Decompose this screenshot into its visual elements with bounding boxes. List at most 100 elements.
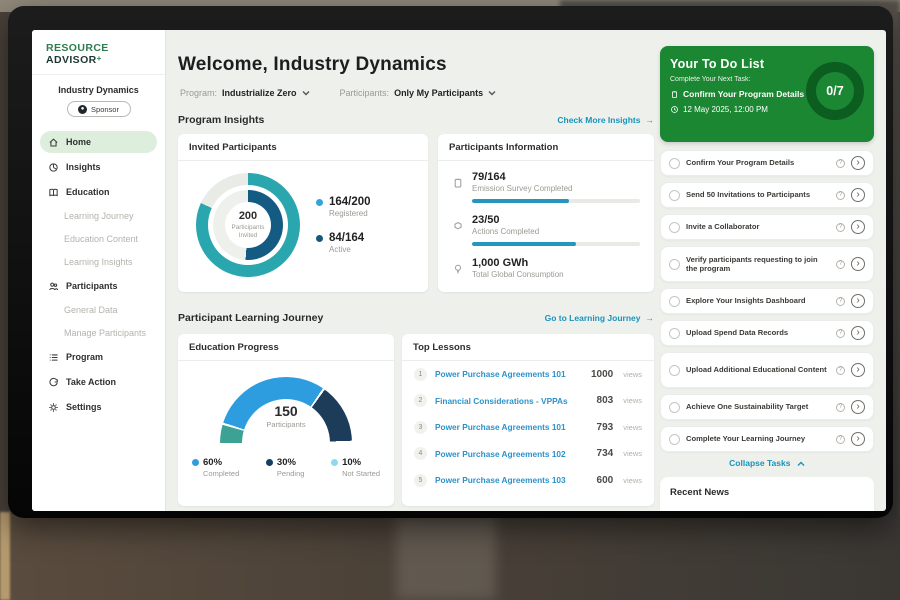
actions-icon: [452, 220, 464, 232]
help-icon[interactable]: ?: [836, 223, 845, 232]
task-checkbox[interactable]: [669, 328, 680, 339]
help-icon[interactable]: ?: [836, 159, 845, 168]
todo-progress-value: 0/7: [826, 84, 843, 98]
task-checkbox[interactable]: [669, 434, 680, 445]
help-icon[interactable]: ?: [836, 260, 845, 269]
go-to-learning-journey-link[interactable]: Go to Learning Journey →: [545, 313, 654, 323]
chevron-right-icon[interactable]: ›: [851, 220, 865, 234]
gauge-center-label: Participants: [220, 420, 352, 429]
task-row[interactable]: Confirm Your Program Details ? ›: [660, 150, 874, 176]
sidebar-item-learning-insights[interactable]: Learning Insights: [40, 252, 157, 272]
card-title: Top Lessons: [402, 334, 654, 361]
chevron-right-icon[interactable]: ›: [851, 326, 865, 340]
sidebar-nav: Home Insights Education Learning Journey…: [32, 127, 165, 425]
sidebar-item-general-data[interactable]: General Data: [40, 300, 157, 320]
monitor-stand: [396, 516, 496, 600]
sidebar-item-education[interactable]: Education: [40, 181, 157, 203]
stat-label: Total Global Consumption: [472, 270, 640, 279]
chevron-right-icon[interactable]: ›: [851, 432, 865, 446]
lesson-link[interactable]: Power Purchase Agreements 101: [435, 369, 583, 379]
help-icon[interactable]: ?: [836, 366, 845, 375]
legend-label: Not Started: [342, 469, 380, 478]
task-checkbox[interactable]: [669, 222, 680, 233]
stat-label: Actions Completed: [472, 227, 640, 236]
task-checkbox[interactable]: [669, 402, 680, 413]
check-more-insights-link[interactable]: Check More Insights →: [557, 115, 654, 125]
nav-label: Home: [66, 137, 91, 147]
lesson-link[interactable]: Power Purchase Agreements 102: [435, 449, 589, 459]
sidebar-item-home[interactable]: Home: [40, 131, 157, 153]
program-filter-label: Program:: [180, 88, 217, 98]
legend-pct: 10%: [342, 457, 361, 468]
lesson-rank: 2: [414, 394, 427, 407]
nav-label: Learning Insights: [64, 257, 133, 267]
participants-filter-label: Participants:: [340, 88, 390, 98]
desk-environment: RESOURCE ADVISOR+ Industry Dynamics ● Sp…: [0, 0, 900, 600]
nav-label: Manage Participants: [64, 328, 146, 338]
help-icon[interactable]: ?: [836, 329, 845, 338]
legend-item-completed: 60% Completed: [192, 457, 239, 478]
lesson-views-label: views: [623, 476, 642, 485]
task-row[interactable]: Upload Spend Data Records ? ›: [660, 320, 874, 346]
sidebar-item-insights[interactable]: Insights: [40, 156, 157, 178]
nav-label: Learning Journey: [64, 211, 134, 221]
task-row[interactable]: Upload Additional Educational Content ? …: [660, 352, 874, 388]
sponsor-badge[interactable]: ● Sponsor: [67, 101, 131, 117]
program-filter[interactable]: Program: Industrialize Zero: [180, 88, 310, 98]
task-row[interactable]: Explore Your Insights Dashboard ? ›: [660, 288, 874, 314]
sidebar-item-manage-participants[interactable]: Manage Participants: [40, 323, 157, 343]
help-icon[interactable]: ?: [836, 403, 845, 412]
sidebar-item-education-content[interactable]: Education Content: [40, 229, 157, 249]
lesson-link[interactable]: Financial Considerations - VPPAs: [435, 396, 589, 406]
lesson-link[interactable]: Power Purchase Agreements 101: [435, 422, 589, 432]
gear-icon: [48, 402, 59, 413]
sidebar-item-settings[interactable]: Settings: [40, 396, 157, 418]
chevron-right-icon[interactable]: ›: [851, 257, 865, 271]
clipboard-icon: [670, 90, 679, 99]
insights-cards-row: Invited Participants 200 Participants In…: [178, 134, 654, 292]
help-icon[interactable]: ?: [836, 191, 845, 200]
lesson-row: 5 Power Purchase Agreements 103 600 view…: [402, 467, 654, 494]
sidebar-item-participants[interactable]: Participants: [40, 275, 157, 297]
lesson-link[interactable]: Power Purchase Agreements 103: [435, 475, 589, 485]
logo-text-resource: RESOURCE: [46, 42, 109, 54]
sidebar-item-program[interactable]: Program: [40, 346, 157, 368]
task-row[interactable]: Verify participants requesting to join t…: [660, 246, 874, 282]
task-checkbox[interactable]: [669, 158, 680, 169]
chevron-right-icon[interactable]: ›: [851, 156, 865, 170]
clipboard-icon: [452, 177, 464, 189]
task-checkbox[interactable]: [669, 296, 680, 307]
task-checkbox[interactable]: [669, 190, 680, 201]
background-edge: [0, 512, 10, 600]
task-row[interactable]: Send 50 Invitations to Participants ? ›: [660, 182, 874, 208]
chevron-right-icon[interactable]: ›: [851, 363, 865, 377]
recent-news-title: Recent News: [670, 487, 864, 498]
program-insights-header: Program Insights Check More Insights →: [178, 114, 654, 126]
lesson-views-label: views: [623, 396, 642, 405]
participants-filter[interactable]: Participants: Only My Participants: [340, 88, 497, 98]
legend-pct: 30%: [277, 457, 296, 468]
help-icon[interactable]: ?: [836, 297, 845, 306]
stat-global-consumption: 1,000 GWh Total Global Consumption: [452, 257, 640, 279]
arrow-right-icon: →: [646, 313, 655, 323]
dashboard-screen: RESOURCE ADVISOR+ Industry Dynamics ● Sp…: [32, 30, 886, 511]
collapse-tasks-link[interactable]: Collapse Tasks: [660, 458, 874, 468]
task-row[interactable]: Complete Your Learning Journey ? ›: [660, 426, 874, 452]
task-checkbox[interactable]: [669, 259, 680, 270]
chevron-right-icon[interactable]: ›: [851, 400, 865, 414]
help-icon[interactable]: ?: [836, 435, 845, 444]
link-label: Check More Insights: [557, 115, 640, 125]
todo-next-task-label: Confirm Your Program Details: [683, 89, 804, 99]
education-progress-card: Education Progress 150 Participants: [178, 334, 394, 506]
task-row[interactable]: Invite a Collaborator ? ›: [660, 214, 874, 240]
chevron-right-icon[interactable]: ›: [851, 294, 865, 308]
lesson-views: 803: [597, 395, 614, 406]
sponsor-badge-label: Sponsor: [91, 105, 119, 114]
stat-actions-completed: 23/50 Actions Completed: [452, 214, 640, 246]
sidebar-item-learning-journey[interactable]: Learning Journey: [40, 206, 157, 226]
sidebar-item-take-action[interactable]: Take Action: [40, 371, 157, 393]
chevron-right-icon[interactable]: ›: [851, 188, 865, 202]
task-row[interactable]: Achieve One Sustainability Target ? ›: [660, 394, 874, 420]
gauge-legend: 60% Completed 30% Pending 10% Not Starte…: [178, 443, 394, 478]
task-checkbox[interactable]: [669, 365, 680, 376]
